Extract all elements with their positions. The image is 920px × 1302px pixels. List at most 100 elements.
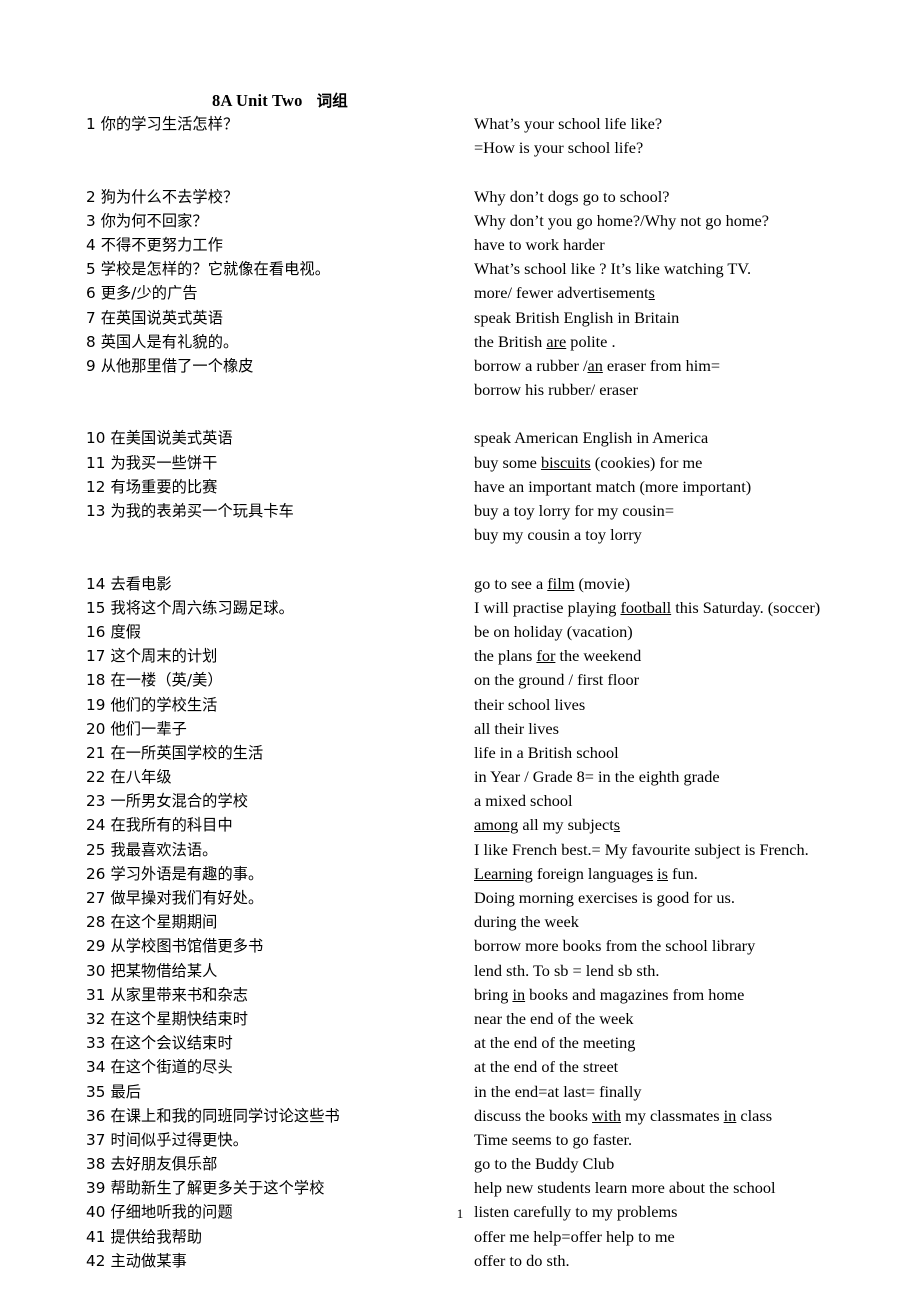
chinese-phrase: 23 一所男女混合的学校 [86,792,249,811]
vocabulary-row [0,402,920,426]
chinese-phrase: 16 度假 [86,622,142,641]
vocabulary-row: 18 在一楼（英/美） on the ground / first floor [0,668,920,692]
english-translation: a mixed school [474,791,573,811]
chinese-phrase: 21 在一所英国学校的生活 [86,743,264,762]
chinese-phrase: 8 英国人是有礼貌的。 [86,332,239,351]
vocabulary-row: 5 学校是怎样的？它就像在看电视。 What’s school like ? It… [0,257,920,281]
english-translation: bring in books and magazines from home [474,984,745,1004]
page-title: 8A Unit Two 词组 [0,89,560,111]
english-translation: offer to do sth. [474,1250,570,1270]
vocabulary-row: 25 我最喜欢法语。 I like French best.= My favour… [0,838,920,862]
english-translation: have to work harder [474,234,605,254]
vocabulary-row: 16 度假 be on holiday (vacation) [0,620,920,644]
vocabulary-row: 13 为我的表弟买一个玩具卡车 buy a toy lorry for my co… [0,499,920,523]
vocabulary-row: 33 在这个会议结束时 at the end of the meeting [0,1031,920,1055]
vocabulary-list: 1 你的学习生活怎样？ What’s your school life like?… [0,112,920,1273]
english-translation: =How is your school life? [474,138,644,158]
vocabulary-row [0,547,920,571]
chinese-phrase: 36 在课上和我的同班同学讨论这些书 [86,1106,340,1125]
english-translation: life in a British school [474,742,619,762]
chinese-phrase: 20 他们一辈子 [86,719,187,738]
vocabulary-row: 20 他们一辈子 all their lives [0,717,920,741]
vocabulary-row: 21 在一所英国学校的生活 life in a British school [0,741,920,765]
vocabulary-row: 27 做早操对我们有好处。 Doing morning exercises is … [0,886,920,910]
vocabulary-row: 37 时间似乎过得更快。 Time seems to go faster. [0,1128,920,1152]
english-translation: I will practise playing football this Sa… [474,597,821,617]
vocabulary-row: 39 帮助新生了解更多关于这个学校 help new students learn… [0,1176,920,1200]
english-translation: borrow a rubber /an eraser from him= [474,355,721,375]
english-translation: go to the Buddy Club [474,1154,615,1174]
vocabulary-row: =How is your school life? [0,136,920,160]
vocabulary-row: 34 在这个街道的尽头 at the end of the street [0,1055,920,1079]
chinese-phrase: 3 你为何不回家？ [86,211,208,230]
vocabulary-row [0,160,920,184]
english-translation: buy my cousin a toy lorry [474,525,642,545]
chinese-phrase: 37 时间似乎过得更快。 [86,1130,249,1149]
english-translation: Why don’t you go home?/Why not go home? [474,210,769,230]
vocabulary-row: 38 去好朋友俱乐部 go to the Buddy Club [0,1152,920,1176]
english-translation: their school lives [474,694,586,714]
english-translation: What’s your school life like? [474,114,663,133]
document-page: 8A Unit Two 词组 1 你的学习生活怎样？ What’s your sch… [0,0,920,1302]
english-translation: borrow more books from the school librar… [474,936,756,956]
chinese-phrase: 1 你的学习生活怎样？ [86,115,239,133]
chinese-phrase: 12 有场重要的比赛 [86,477,218,496]
vocabulary-row: 26 学习外语是有趣的事。 Learning foreign languages … [0,862,920,886]
vocabulary-row: borrow his rubber/ eraser [0,378,920,402]
vocabulary-row: 17 这个周末的计划 the plans for the weekend [0,644,920,668]
chinese-phrase: 27 做早操对我们有好处。 [86,889,264,907]
vocabulary-row: 6 更多/少的广告 more/ fewer advertisements [0,281,920,305]
vocabulary-row: 1 你的学习生活怎样？ What’s your school life like? [0,112,920,136]
english-translation: I like French best.= My favourite subjec… [474,839,809,859]
english-translation: offer me help=offer help to me [474,1226,675,1246]
vocabulary-row: 4 不得不更努力工作 have to work harder [0,233,920,257]
chinese-phrase: 29 从学校图书馆借更多书 [86,937,264,956]
chinese-phrase: 26 学习外语是有趣的事。 [86,864,264,883]
vocabulary-row: 12 有场重要的比赛 have an important match (more … [0,475,920,499]
vocabulary-row: buy my cousin a toy lorry [0,523,920,547]
chinese-phrase: 9 从他那里借了一个橡皮 [86,356,254,375]
english-translation: more/ fewer advertisements [474,283,655,303]
chinese-phrase: 15 我将这个周六练习踢足球。 [86,598,294,617]
chinese-phrase: 7 在英国说英式英语 [86,308,223,327]
vocabulary-row: 10 在美国说美式英语 speak American English in Ame… [0,426,920,450]
chinese-phrase: 32 在这个星期快结束时 [86,1009,249,1028]
vocabulary-row: 9 从他那里借了一个橡皮 borrow a rubber /an eraser f… [0,354,920,378]
chinese-phrase: 39 帮助新生了解更多关于这个学校 [86,1179,325,1198]
chinese-phrase: 14 去看电影 [86,574,172,593]
english-translation: all their lives [474,718,559,738]
english-translation: the plans for the weekend [474,646,642,666]
english-translation: discuss the books with my classmates in … [474,1105,773,1125]
vocabulary-row: 19 他们的学校生活 their school lives [0,693,920,717]
english-translation: at the end of the street [474,1057,619,1077]
chinese-phrase: 41 提供给我帮助 [86,1227,203,1246]
vocabulary-row: 35 最后 in the end=at last= finally [0,1080,920,1104]
vocabulary-row: 7 在英国说英式英语 speak British English in Brita… [0,306,920,330]
vocabulary-row: 42 主动做某事 offer to do sth. [0,1249,920,1273]
vocabulary-row: 14 去看电影 go to see a film (movie) [0,572,920,596]
english-translation: Time seems to go faster. [474,1129,633,1149]
chinese-phrase: 42 主动做某事 [86,1251,187,1270]
chinese-phrase: 4 不得不更努力工作 [86,235,223,254]
chinese-phrase: 17 这个周末的计划 [86,647,218,666]
page-number: 1 [456,1206,464,1221]
vocabulary-row: 15 我将这个周六练习踢足球。 I will practise playing f… [0,596,920,620]
chinese-phrase: 6 更多/少的广告 [86,284,198,303]
english-translation: among all my subjects [474,815,621,835]
chinese-phrase: 38 去好朋友俱乐部 [86,1155,218,1174]
chinese-phrase: 5 学校是怎样的？它就像在看电视。 [86,260,331,279]
english-translation: lend sth. To sb = lend sb sth. [474,960,660,980]
vocabulary-row: 28 在这个星期期间 during the week [0,910,920,934]
chinese-phrase: 24 在我所有的科目中 [86,816,233,835]
chinese-phrase: 10 在美国说美式英语 [86,429,233,448]
chinese-phrase: 13 为我的表弟买一个玩具卡车 [86,502,294,520]
chinese-phrase: 11 为我买一些饼干 [86,453,218,472]
english-translation: have an important match (more important) [474,476,752,496]
english-translation: buy a toy lorry for my cousin= [474,501,675,520]
vocabulary-row: 41 提供给我帮助 offer me help=offer help to me [0,1225,920,1249]
chinese-phrase: 33 在这个会议结束时 [86,1034,233,1053]
chinese-phrase: 18 在一楼（英/美） [86,671,223,690]
chinese-phrase: 22 在八年级 [86,768,172,787]
english-translation: near the end of the week [474,1008,634,1028]
english-translation: Learning foreign languages is fun. [474,863,698,883]
